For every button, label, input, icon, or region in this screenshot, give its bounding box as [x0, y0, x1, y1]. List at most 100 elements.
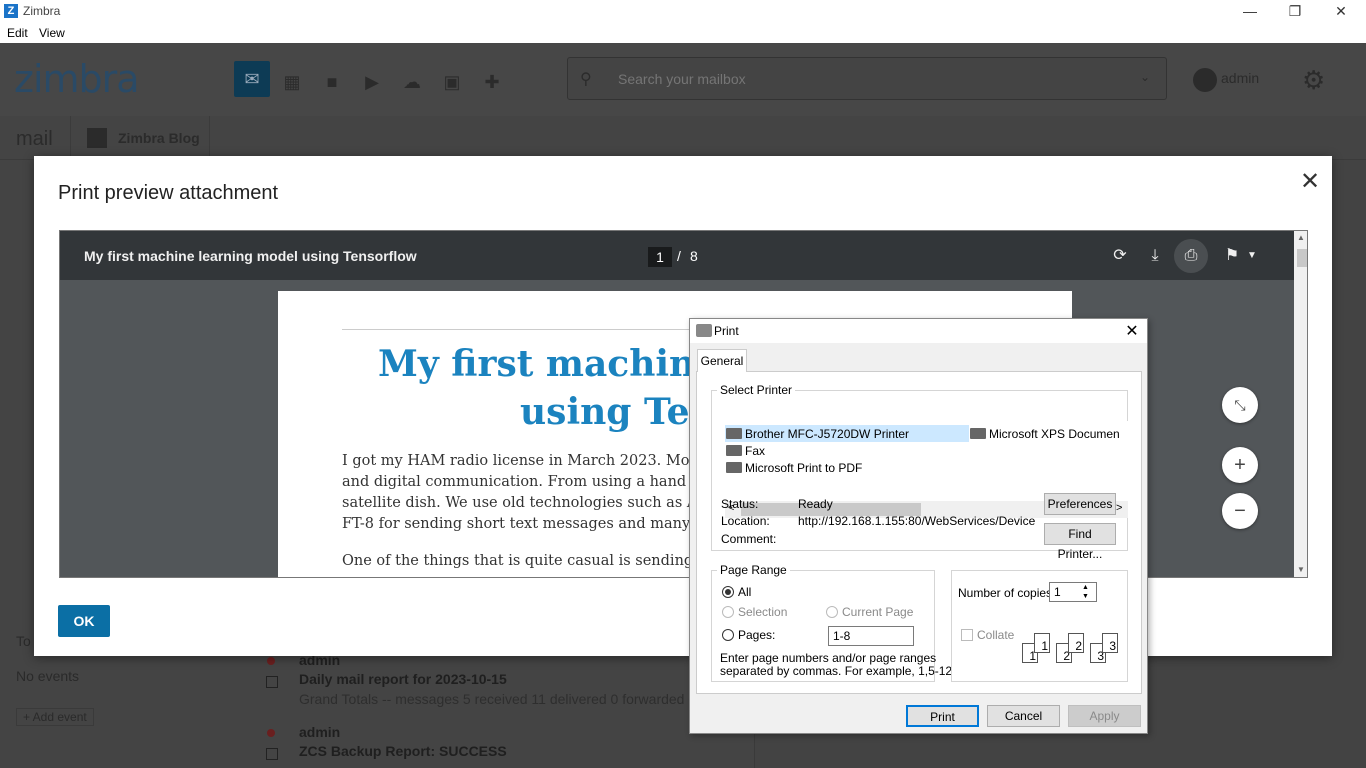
window-titlebar: Z Zimbra — ❐ ✕	[0, 0, 1366, 22]
printer-item[interactable]: Microsoft XPS Documen	[970, 427, 1128, 441]
minimize-button[interactable]: —	[1227, 0, 1273, 22]
apply-button[interactable]: Apply	[1068, 705, 1141, 727]
zimbra-app-icon: Z	[4, 4, 18, 18]
collate-preview-page: 2	[1068, 633, 1084, 653]
page-range-group: Page Range All Selection Current Page Pa…	[711, 563, 952, 682]
gear-icon[interactable]: ⚙	[1302, 65, 1325, 96]
menu-view[interactable]: View	[39, 26, 65, 40]
range-pages-label: Pages:	[738, 628, 776, 642]
calendar-heading: To	[16, 633, 31, 649]
cancel-button[interactable]: Cancel	[987, 705, 1060, 727]
briefcase-icon[interactable]: ■	[314, 64, 350, 100]
tab-zimbra-blog[interactable]: Zimbra Blog	[70, 116, 210, 160]
print-button[interactable]: Print	[906, 705, 979, 727]
video-icon[interactable]: ▶	[354, 64, 390, 100]
dialog-title: Print	[714, 324, 739, 338]
message-subject[interactable]: ZCS Backup Report: SUCCESS	[299, 743, 507, 759]
printer-name: Fax	[745, 444, 766, 458]
range-selection-label: Selection	[738, 605, 788, 619]
chevron-down-icon[interactable]: ▼	[1240, 244, 1264, 268]
collate-checkbox[interactable]	[961, 629, 973, 641]
message-subject[interactable]: Daily mail report for 2023-10-15	[299, 671, 507, 687]
avatar[interactable]	[1193, 68, 1217, 92]
status-value: Ready	[798, 497, 833, 511]
scroll-down-icon[interactable]: ▼	[1297, 565, 1305, 574]
printer-list: Brother MFC-J5720DW Printer Fax Microsof…	[725, 421, 1128, 501]
printer-name: Microsoft XPS Documen	[989, 427, 1120, 441]
copies-label: Number of copies:	[958, 586, 1056, 600]
scrollbar-thumb[interactable]	[1297, 249, 1307, 267]
tab-mail[interactable]: mail	[16, 128, 53, 151]
select-printer-group: Select Printer Brother MFC-J5720DW Print…	[711, 383, 1128, 561]
pdf-document-title: My first machine learning model using Te…	[84, 248, 417, 264]
tab-general[interactable]: General	[697, 349, 747, 372]
message-from: admin	[299, 724, 341, 740]
group-label: Select Printer	[717, 383, 796, 397]
close-window-button[interactable]: ✕	[1318, 0, 1364, 22]
range-pages-radio[interactable]	[722, 629, 734, 641]
pdf-text-line: and digital communication. From using a …	[342, 474, 723, 490]
user-menu[interactable]: admin	[1221, 70, 1259, 86]
status-label: Status:	[721, 497, 759, 511]
copies-spinner[interactable]: ▲ ▼	[1082, 583, 1089, 601]
radio-dot	[725, 589, 731, 595]
pages-input[interactable]: 1-8	[828, 626, 914, 646]
rotate-icon[interactable]: ⟳	[1108, 244, 1132, 268]
range-selection-radio[interactable]	[722, 606, 734, 618]
ok-button[interactable]: OK	[58, 605, 110, 637]
mail-icon[interactable]: ✉	[234, 61, 270, 97]
viewer-scrollbar[interactable]: ▲ ▼	[1294, 231, 1307, 577]
message-checkbox[interactable]	[266, 676, 278, 688]
page-separator: /	[677, 248, 681, 264]
pdf-text-line: FT-8 for sending short text messages and…	[342, 516, 733, 532]
menu-edit[interactable]: Edit	[7, 26, 28, 40]
page-rule	[342, 329, 722, 330]
find-printer-button[interactable]: Find Printer...	[1044, 523, 1116, 561]
app-tabs: mail Zimbra Blog	[0, 116, 1366, 160]
printer-item[interactable]: Brother MFC-J5720DW Printer	[725, 425, 969, 442]
print-icon[interactable]: ⎙	[1174, 239, 1208, 273]
print-dialog: Print ✕ General Select Printer Brother M…	[689, 318, 1148, 734]
page-number-input[interactable]: 1	[648, 247, 672, 267]
scroll-up-icon[interactable]: ▲	[1297, 233, 1305, 242]
pdf-text-line: One of the things that is quite casual i…	[342, 553, 726, 569]
close-icon[interactable]: ✕	[1122, 321, 1142, 341]
app-header: zimbra ✉ ▦ ■ ▶ ☁ ▣ ✚ ⚲ ⌄ admin ⚙	[0, 43, 1366, 116]
tab-label: Zimbra Blog	[118, 130, 200, 146]
message-checkbox[interactable]	[266, 748, 278, 760]
range-all-radio[interactable]	[722, 586, 734, 598]
close-icon[interactable]: ✕	[1296, 168, 1324, 196]
printer-icon	[970, 428, 986, 439]
restore-button[interactable]: ❐	[1272, 0, 1318, 22]
add-event-button[interactable]: + Add event	[16, 708, 94, 726]
puzzle-icon[interactable]: ✚	[474, 64, 510, 100]
collate-preview-page: 3	[1102, 633, 1118, 653]
cloud-icon[interactable]: ☁	[394, 64, 430, 100]
printer-icon	[726, 462, 742, 473]
printer-name: Brother MFC-J5720DW Printer	[745, 427, 910, 441]
zoom-in-icon[interactable]: +	[1222, 447, 1258, 483]
preferences-button[interactable]: Preferences	[1044, 493, 1116, 515]
chevron-down-icon[interactable]: ⌄	[1140, 70, 1150, 84]
printer-item[interactable]: Microsoft Print to PDF	[726, 461, 862, 475]
location-label: Location:	[721, 514, 770, 528]
range-all-label: All	[738, 585, 752, 599]
menubar: Edit View	[0, 22, 1366, 43]
modal-title: Print preview attachment	[58, 182, 279, 204]
printer-name: Microsoft Print to PDF	[745, 461, 863, 475]
calendar-icon[interactable]: ▦	[274, 64, 310, 100]
zimbra-logo: zimbra	[14, 57, 140, 101]
contacts-icon[interactable]: ▣	[434, 64, 470, 100]
search-box[interactable]: ⚲ ⌄	[567, 57, 1167, 100]
collate-preview-page: 1	[1034, 633, 1050, 653]
copies-input[interactable]: 1	[1049, 582, 1097, 602]
fit-page-icon[interactable]: ⤡	[1222, 387, 1258, 423]
range-current-radio[interactable]	[826, 606, 838, 618]
printer-item[interactable]: Fax	[726, 444, 765, 458]
zoom-out-icon[interactable]: −	[1222, 493, 1258, 529]
search-input[interactable]	[616, 70, 1116, 88]
download-icon[interactable]: ⤓	[1143, 244, 1167, 268]
pdf-toolbar: My first machine learning model using Te…	[60, 231, 1307, 280]
zimbra-icon	[87, 128, 107, 148]
scroll-right-icon[interactable]: >	[1116, 502, 1122, 514]
